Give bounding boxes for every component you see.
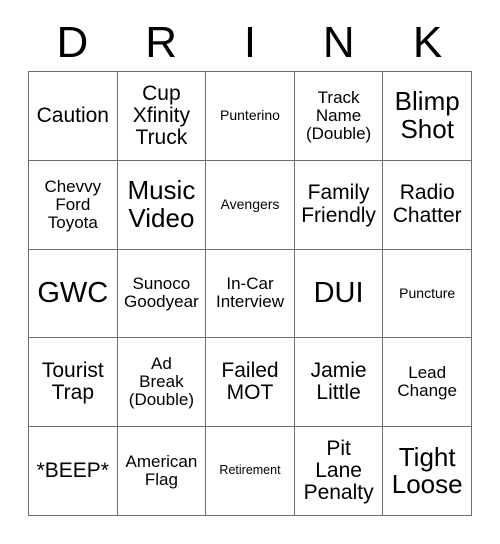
bingo-cell[interactable]: Tight Loose <box>383 427 472 516</box>
header-letter-i: I <box>243 17 257 67</box>
bingo-cell-label: Jamie Little <box>310 359 367 405</box>
bingo-cell[interactable]: Family Friendly <box>294 160 384 250</box>
bingo-cell-label: Music Video <box>127 175 196 233</box>
bingo-cell[interactable]: GWC <box>29 249 118 339</box>
header-letter-k: K <box>412 17 443 67</box>
bingo-cell[interactable]: Failed MOT <box>206 338 295 428</box>
bingo-cell[interactable]: Tourist Trap <box>29 338 118 428</box>
bingo-cell-label: In-Car Interview <box>215 274 284 312</box>
header-letter-d: D <box>56 17 89 67</box>
header-letter-r: R <box>145 17 178 67</box>
bingo-cell-label: Ad Break (Double) <box>128 354 194 410</box>
bingo-cell[interactable]: Radio Chatter <box>383 160 472 250</box>
bingo-cell-label: Radio Chatter <box>392 181 462 227</box>
bingo-cell[interactable]: American Flag <box>117 427 207 516</box>
bingo-cell[interactable]: Caution <box>29 72 118 161</box>
bingo-cell-label: GWC <box>37 277 109 310</box>
bingo-header-letters: D R I N K <box>28 14 472 71</box>
bingo-cell[interactable]: Music Video <box>117 160 207 250</box>
bingo-cell-label: Tourist Trap <box>41 359 104 405</box>
bingo-cell[interactable]: *BEEP* <box>29 427 118 516</box>
bingo-cell-label: DUI <box>313 277 364 310</box>
bingo-cell[interactable]: Ad Break (Double) <box>117 338 207 428</box>
bingo-cell[interactable]: Retirement <box>206 427 295 516</box>
bingo-cell[interactable]: DUI <box>294 249 384 339</box>
bingo-cell-label: Avengers <box>220 196 280 213</box>
bingo-cell-label: Caution <box>36 103 109 127</box>
bingo-cell-label: Family Friendly <box>301 181 376 227</box>
bingo-cell-label: *BEEP* <box>36 458 109 482</box>
bingo-cell-label: Chevvy Ford Toyota <box>44 176 102 232</box>
bingo-cell-label: Sunoco Goodyear <box>124 274 199 312</box>
bingo-cell-label: Failed MOT <box>221 359 279 405</box>
bingo-cell[interactable]: Chevvy Ford Toyota <box>29 160 118 250</box>
bingo-cell-label: Retirement <box>219 463 281 478</box>
bingo-cell-label: Blimp Shot <box>394 86 460 144</box>
bingo-cell-label: Pit Lane Penalty <box>303 436 374 505</box>
bingo-cell-label: American Flag <box>125 452 198 490</box>
bingo-cell[interactable]: Track Name (Double) <box>294 72 384 161</box>
bingo-cell-label: Punterino <box>220 107 280 124</box>
bingo-card: D R I N K Caution Cup Xfinity Truck Punt… <box>0 0 500 544</box>
bingo-cell[interactable]: Punterino <box>206 72 295 161</box>
header-letter-n: N <box>322 17 355 67</box>
bingo-grid: Caution Cup Xfinity Truck Punterino Trac… <box>28 71 472 516</box>
bingo-cell[interactable]: In-Car Interview <box>206 249 295 339</box>
bingo-cell-label: Cup Xfinity Truck <box>132 81 190 150</box>
bingo-cell[interactable]: Puncture <box>383 249 472 339</box>
bingo-cell[interactable]: Jamie Little <box>294 338 384 428</box>
bingo-cell-label: Tight Loose <box>391 441 463 500</box>
bingo-cell[interactable]: Lead Change <box>383 338 472 428</box>
bingo-cell[interactable]: Cup Xfinity Truck <box>117 72 207 161</box>
bingo-cell-label: Lead Change <box>397 363 457 401</box>
bingo-cell[interactable]: Pit Lane Penalty <box>294 427 384 516</box>
bingo-cell-label: Track Name (Double) <box>305 87 372 143</box>
bingo-cell[interactable]: Sunoco Goodyear <box>117 249 207 339</box>
bingo-cell[interactable]: Blimp Shot <box>383 72 472 161</box>
bingo-cell-label: Puncture <box>399 285 456 302</box>
bingo-cell[interactable]: Avengers <box>206 160 295 250</box>
